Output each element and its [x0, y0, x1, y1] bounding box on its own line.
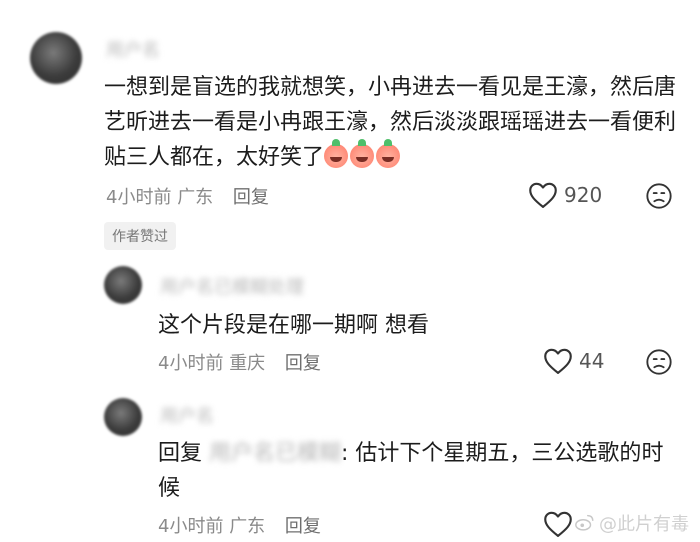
comment-username[interactable]: 用户名 [106, 36, 160, 62]
heart-icon [544, 348, 572, 374]
watermark-text: @此片有毒 [599, 514, 689, 535]
comment-avatar[interactable] [104, 266, 142, 304]
laughing-peach-emoji-icon [376, 139, 401, 168]
like-button[interactable]: 920 [528, 181, 602, 209]
reply-button[interactable]: 回复 [285, 516, 321, 537]
comment-avatar[interactable] [104, 398, 142, 436]
author-liked-badge: 作者赞过 [104, 222, 176, 250]
frown-emoji-icon [646, 183, 672, 209]
reply-prefix: 回复 [158, 441, 203, 466]
dislike-button[interactable] [645, 182, 673, 210]
comment-location: 广东 [177, 187, 214, 208]
comment-meta: 4小时前 广东 回复 [158, 512, 321, 538]
dislike-button[interactable] [645, 348, 673, 376]
comment-meta: 4小时前 广东 回复 [106, 183, 269, 209]
laughing-peach-emoji-icon [350, 139, 375, 168]
comment-time: 4小时前 [158, 353, 224, 374]
reply-button[interactable]: 回复 [233, 187, 269, 208]
reply-to-username[interactable]: 用户名已模糊 [209, 441, 341, 466]
comment-username[interactable]: 用户名 [160, 402, 214, 428]
comment-text: 一想到是盲选的我就想笑，小冉进去一看见是王濠，然后唐艺昕进去一看是小冉跟王濠，然… [104, 75, 677, 170]
comment-location: 广东 [229, 516, 266, 537]
like-count: 44 [579, 349, 605, 373]
like-count: 920 [564, 183, 603, 207]
comment-time: 4小时前 [106, 187, 172, 208]
laughing-peach-emoji-icon [324, 139, 349, 168]
heart-icon [544, 511, 572, 537]
comment-meta: 4小时前 重庆 回复 [158, 349, 321, 375]
comment-avatar[interactable] [30, 32, 82, 84]
comment-username[interactable]: 用户名已模糊处理 [160, 273, 304, 299]
comment-text: 回复 用户名已模糊: 估计下个星期五，三公选歌的时候 [158, 441, 664, 501]
comment-text: 这个片段是在哪一期啊 想看 [158, 313, 429, 338]
weibo-logo-icon [575, 514, 594, 531]
frown-emoji-icon [646, 349, 672, 375]
like-button[interactable] [543, 510, 573, 538]
weibo-watermark: @此片有毒 [574, 510, 689, 536]
like-button[interactable]: 44 [543, 347, 604, 375]
comment-time: 4小时前 [158, 516, 224, 537]
reply-button[interactable]: 回复 [285, 353, 321, 374]
comment-location: 重庆 [229, 353, 266, 374]
heart-icon [529, 182, 557, 208]
